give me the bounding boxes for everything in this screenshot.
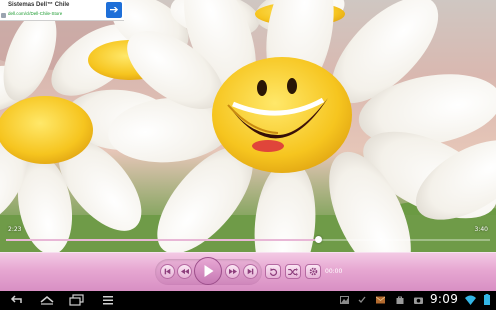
fast-forward-icon [228, 268, 237, 275]
ad-url: dell.com/cl/Dell-Chile-Store [8, 11, 63, 16]
play-icon [204, 265, 213, 277]
home-icon[interactable] [39, 294, 55, 306]
elapsed-time: 2:23 [8, 226, 22, 233]
settings-gear-icon [309, 267, 317, 276]
main-daisy [108, 0, 496, 252]
skip-next-button[interactable] [243, 264, 258, 279]
gallery-icon [340, 296, 349, 304]
skip-next-icon [247, 268, 254, 275]
sleep-timer-label: 00:00 [325, 268, 343, 275]
repeat-button[interactable] [265, 264, 281, 279]
seek-bar-thumb[interactable] [314, 236, 322, 243]
shuffle-button[interactable] [285, 264, 301, 279]
ad-info-icon [1, 13, 6, 18]
play-button[interactable] [194, 257, 222, 285]
seek-bar[interactable] [6, 236, 490, 243]
rewind-button[interactable] [177, 264, 192, 279]
camera-icon [414, 297, 423, 304]
skip-previous-button[interactable] [160, 264, 175, 279]
rewind-icon [180, 268, 189, 275]
repeat-icon [269, 267, 277, 276]
battery-icon [484, 294, 490, 305]
skip-previous-icon [164, 268, 171, 275]
status-clock: 9:09 [430, 292, 459, 306]
fast-forward-button[interactable] [225, 264, 240, 279]
video-image [0, 0, 496, 252]
video-frame[interactable]: Sistemas Dell™ Chile dell.com/cl/Dell-Ch… [0, 0, 496, 252]
total-time: 3:40 [474, 226, 488, 233]
ad-title: Sistemas Dell™ Chile [8, 2, 70, 8]
recent-apps-icon[interactable] [69, 294, 85, 306]
menu-icon[interactable] [102, 294, 114, 306]
bag-icon [396, 296, 404, 304]
back-icon[interactable] [9, 294, 23, 306]
seek-bar-progress [6, 239, 319, 241]
system-navigation-bar: 9:09 [0, 291, 496, 310]
settings-button[interactable] [305, 264, 321, 279]
wifi-icon [465, 295, 476, 305]
shuffle-icon [288, 267, 298, 276]
check-icon [358, 296, 366, 303]
ad-banner[interactable]: Sistemas Dell™ Chile dell.com/cl/Dell-Ch… [0, 0, 124, 21]
arrow-right-icon[interactable]: ➔ [106, 2, 122, 18]
mail-icon [376, 296, 385, 304]
